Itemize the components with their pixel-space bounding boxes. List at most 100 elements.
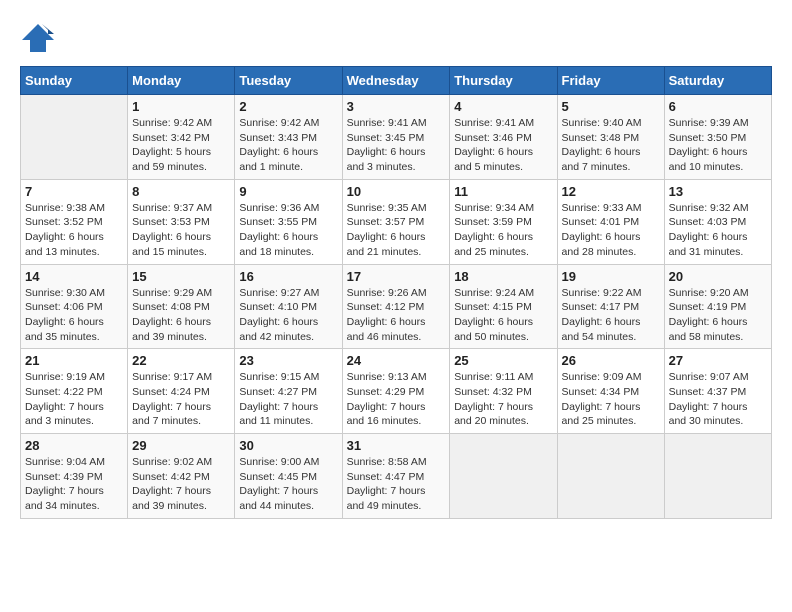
calendar-day-cell: 22Sunrise: 9:17 AMSunset: 4:24 PMDayligh…	[128, 349, 235, 434]
day-number: 8	[132, 184, 230, 199]
day-info: Sunrise: 9:34 AMSunset: 3:59 PMDaylight:…	[454, 201, 552, 260]
day-number: 4	[454, 99, 552, 114]
day-info: Sunrise: 9:36 AMSunset: 3:55 PMDaylight:…	[239, 201, 337, 260]
calendar-day-cell: 11 Sunrise: 9:34 AMSunset: 3:59 PMDayligh…	[450, 179, 557, 264]
day-number: 7	[25, 184, 123, 199]
calendar-day-cell	[664, 434, 771, 519]
calendar-day-cell: 7 Sunrise: 9:38 AMSunset: 3:52 PMDaylight…	[21, 179, 128, 264]
day-number: 29	[132, 438, 230, 453]
calendar-day-cell	[450, 434, 557, 519]
calendar-day-cell: 24Sunrise: 9:13 AMSunset: 4:29 PMDayligh…	[342, 349, 450, 434]
day-number: 24	[347, 353, 446, 368]
day-info: Sunrise: 9:00 AMSunset: 4:45 PMDaylight:…	[239, 455, 337, 514]
calendar-day-cell: 23 Sunrise: 9:15 AMSunset: 4:27 PMDayligh…	[235, 349, 342, 434]
day-info: Sunrise: 9:09 AMSunset: 4:34 PMDaylight:…	[562, 370, 660, 429]
day-info: Sunrise: 9:38 AMSunset: 3:52 PMDaylight:…	[25, 201, 123, 260]
day-number: 15	[132, 269, 230, 284]
calendar-day-cell: 12 Sunrise: 9:33 AMSunset: 4:01 PMDayligh…	[557, 179, 664, 264]
day-number: 20	[669, 269, 767, 284]
calendar-week-row: 1 Sunrise: 9:42 AMSunset: 3:42 PMDaylight…	[21, 95, 772, 180]
calendar-day-cell: 8Sunrise: 9:37 AMSunset: 3:53 PMDaylight…	[128, 179, 235, 264]
calendar-day-cell: 1 Sunrise: 9:42 AMSunset: 3:42 PMDaylight…	[128, 95, 235, 180]
calendar-day-cell: 31 Sunrise: 8:58 AMSunset: 4:47 PMDayligh…	[342, 434, 450, 519]
day-info: Sunrise: 9:27 AMSunset: 4:10 PMDaylight:…	[239, 286, 337, 345]
calendar-day-cell: 14Sunrise: 9:30 AMSunset: 4:06 PMDayligh…	[21, 264, 128, 349]
day-number: 27	[669, 353, 767, 368]
calendar-day-cell: 25Sunrise: 9:11 AMSunset: 4:32 PMDayligh…	[450, 349, 557, 434]
day-number: 26	[562, 353, 660, 368]
calendar-day-cell: 30 Sunrise: 9:00 AMSunset: 4:45 PMDayligh…	[235, 434, 342, 519]
day-info: Sunrise: 9:35 AMSunset: 3:57 PMDaylight:…	[347, 201, 446, 260]
day-info: Sunrise: 9:19 AMSunset: 4:22 PMDaylight:…	[25, 370, 123, 429]
day-number: 21	[25, 353, 123, 368]
day-number: 2	[239, 99, 337, 114]
calendar-day-cell: 21 Sunrise: 9:19 AMSunset: 4:22 PMDayligh…	[21, 349, 128, 434]
day-number: 28	[25, 438, 123, 453]
day-number: 1	[132, 99, 230, 114]
day-info: Sunrise: 9:42 AMSunset: 3:42 PMDaylight:…	[132, 116, 230, 175]
calendar-day-cell: 13 Sunrise: 9:32 AMSunset: 4:03 PMDayligh…	[664, 179, 771, 264]
day-number: 31	[347, 438, 446, 453]
day-number: 17	[347, 269, 446, 284]
day-info: Sunrise: 9:04 AMSunset: 4:39 PMDaylight:…	[25, 455, 123, 514]
weekday-header-row: SundayMondayTuesdayWednesdayThursdayFrid…	[21, 67, 772, 95]
calendar-day-cell: 26 Sunrise: 9:09 AMSunset: 4:34 PMDayligh…	[557, 349, 664, 434]
day-info: Sunrise: 9:29 AMSunset: 4:08 PMDaylight:…	[132, 286, 230, 345]
day-info: Sunrise: 9:30 AMSunset: 4:06 PMDaylight:…	[25, 286, 123, 345]
day-info: Sunrise: 9:20 AMSunset: 4:19 PMDaylight:…	[669, 286, 767, 345]
day-number: 19	[562, 269, 660, 284]
page-header	[20, 20, 772, 56]
day-number: 10	[347, 184, 446, 199]
weekday-header-tuesday: Tuesday	[235, 67, 342, 95]
day-number: 6	[669, 99, 767, 114]
calendar-day-cell: 4 Sunrise: 9:41 AMSunset: 3:46 PMDaylight…	[450, 95, 557, 180]
day-info: Sunrise: 8:58 AMSunset: 4:47 PMDaylight:…	[347, 455, 446, 514]
calendar-day-cell: 19 Sunrise: 9:22 AMSunset: 4:17 PMDayligh…	[557, 264, 664, 349]
logo	[20, 20, 62, 56]
day-info: Sunrise: 9:40 AMSunset: 3:48 PMDaylight:…	[562, 116, 660, 175]
calendar-day-cell: 2 Sunrise: 9:42 AMSunset: 3:43 PMDaylight…	[235, 95, 342, 180]
day-info: Sunrise: 9:39 AMSunset: 3:50 PMDaylight:…	[669, 116, 767, 175]
day-info: Sunrise: 9:26 AMSunset: 4:12 PMDaylight:…	[347, 286, 446, 345]
day-number: 12	[562, 184, 660, 199]
day-info: Sunrise: 9:32 AMSunset: 4:03 PMDaylight:…	[669, 201, 767, 260]
day-info: Sunrise: 9:15 AMSunset: 4:27 PMDaylight:…	[239, 370, 337, 429]
day-info: Sunrise: 9:42 AMSunset: 3:43 PMDaylight:…	[239, 116, 337, 175]
calendar-day-cell	[21, 95, 128, 180]
calendar-day-cell: 28 Sunrise: 9:04 AMSunset: 4:39 PMDayligh…	[21, 434, 128, 519]
day-number: 23	[239, 353, 337, 368]
day-number: 13	[669, 184, 767, 199]
day-number: 11	[454, 184, 552, 199]
weekday-header-wednesday: Wednesday	[342, 67, 450, 95]
day-number: 9	[239, 184, 337, 199]
calendar-day-cell: 6 Sunrise: 9:39 AMSunset: 3:50 PMDaylight…	[664, 95, 771, 180]
day-number: 30	[239, 438, 337, 453]
day-info: Sunrise: 9:22 AMSunset: 4:17 PMDaylight:…	[562, 286, 660, 345]
calendar-week-row: 7 Sunrise: 9:38 AMSunset: 3:52 PMDaylight…	[21, 179, 772, 264]
calendar-day-cell: 16 Sunrise: 9:27 AMSunset: 4:10 PMDayligh…	[235, 264, 342, 349]
calendar-day-cell: 17 Sunrise: 9:26 AMSunset: 4:12 PMDayligh…	[342, 264, 450, 349]
day-info: Sunrise: 9:41 AMSunset: 3:46 PMDaylight:…	[454, 116, 552, 175]
day-info: Sunrise: 9:07 AMSunset: 4:37 PMDaylight:…	[669, 370, 767, 429]
calendar-day-cell: 9 Sunrise: 9:36 AMSunset: 3:55 PMDaylight…	[235, 179, 342, 264]
calendar-day-cell	[557, 434, 664, 519]
day-info: Sunrise: 9:24 AMSunset: 4:15 PMDaylight:…	[454, 286, 552, 345]
day-number: 25	[454, 353, 552, 368]
weekday-header-sunday: Sunday	[21, 67, 128, 95]
day-info: Sunrise: 9:41 AMSunset: 3:45 PMDaylight:…	[347, 116, 446, 175]
calendar-day-cell: 3Sunrise: 9:41 AMSunset: 3:45 PMDaylight…	[342, 95, 450, 180]
logo-icon	[20, 20, 56, 56]
weekday-header-thursday: Thursday	[450, 67, 557, 95]
day-info: Sunrise: 9:33 AMSunset: 4:01 PMDaylight:…	[562, 201, 660, 260]
calendar-week-row: 28 Sunrise: 9:04 AMSunset: 4:39 PMDayligh…	[21, 434, 772, 519]
calendar-day-cell: 15 Sunrise: 9:29 AMSunset: 4:08 PMDayligh…	[128, 264, 235, 349]
day-number: 16	[239, 269, 337, 284]
calendar-day-cell: 27 Sunrise: 9:07 AMSunset: 4:37 PMDayligh…	[664, 349, 771, 434]
calendar-day-cell: 5Sunrise: 9:40 AMSunset: 3:48 PMDaylight…	[557, 95, 664, 180]
day-number: 18	[454, 269, 552, 284]
weekday-header-friday: Friday	[557, 67, 664, 95]
weekday-header-monday: Monday	[128, 67, 235, 95]
calendar-table: SundayMondayTuesdayWednesdayThursdayFrid…	[20, 66, 772, 519]
calendar-day-cell: 29Sunrise: 9:02 AMSunset: 4:42 PMDayligh…	[128, 434, 235, 519]
calendar-week-row: 14Sunrise: 9:30 AMSunset: 4:06 PMDayligh…	[21, 264, 772, 349]
